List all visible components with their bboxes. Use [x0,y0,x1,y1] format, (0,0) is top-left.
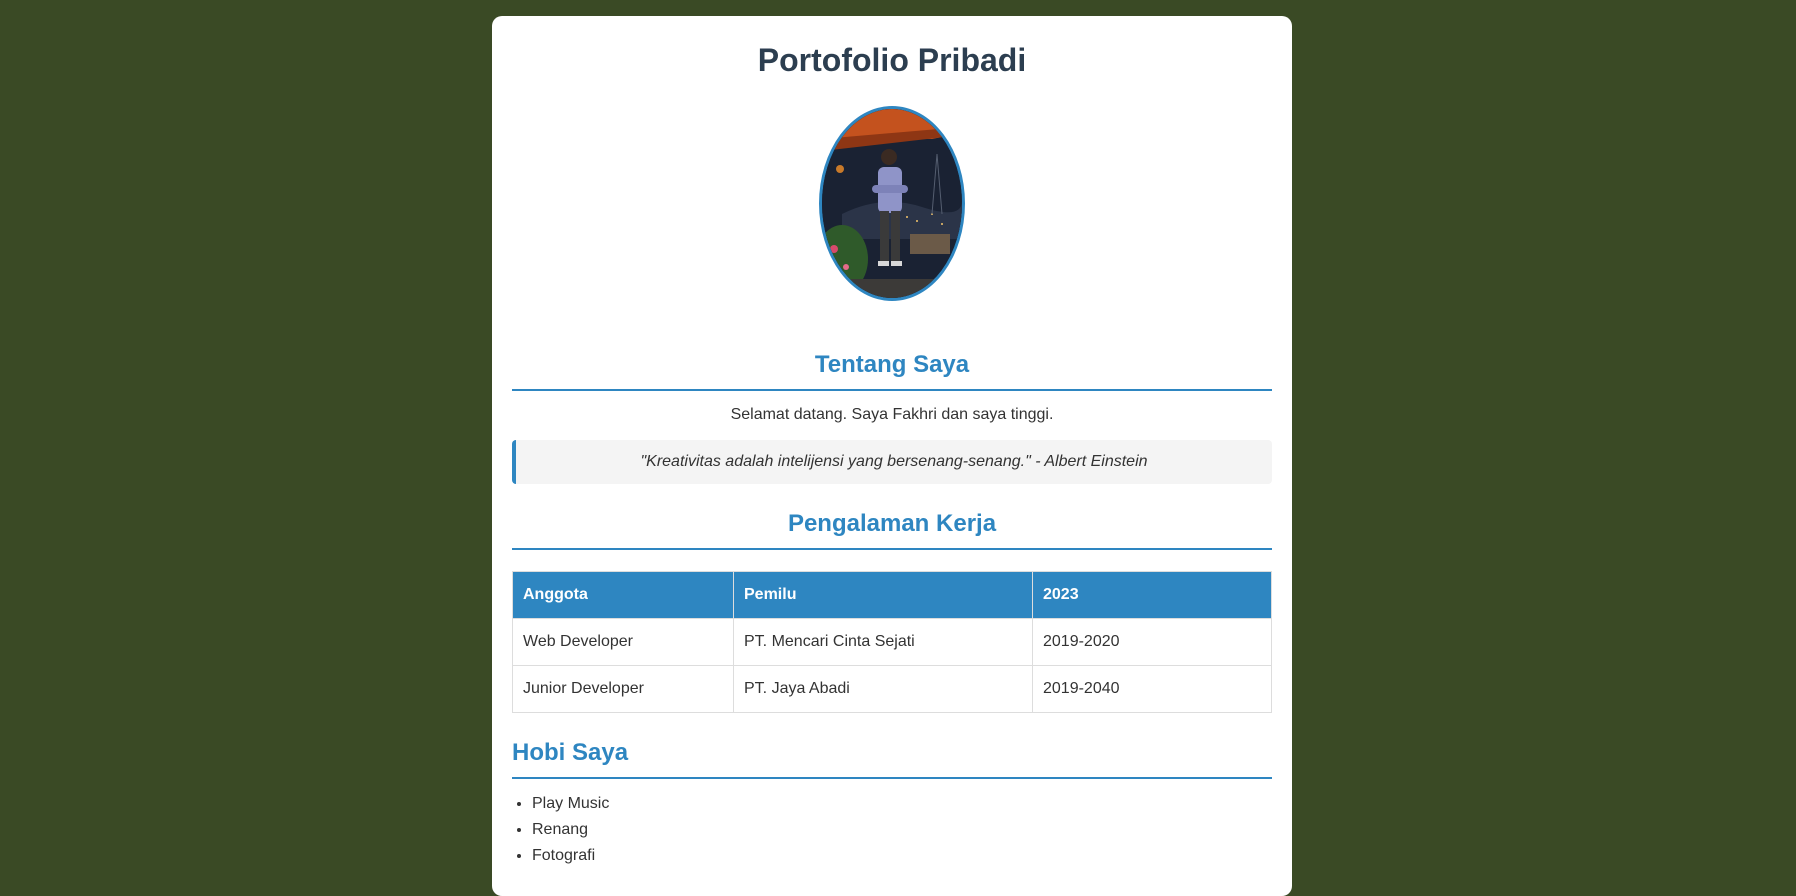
avatar-photo [822,109,962,298]
list-item: Renang [532,817,1272,843]
table-cell: Web Developer [512,618,734,666]
avatar [819,106,965,301]
column-header: Pemilu [733,571,1033,619]
list-item: Play Music [532,791,1272,817]
avatar-container [512,106,1272,301]
table-row: Web Developer PT. Mencari Cinta Sejati 2… [512,618,1272,666]
experience-heading: Pengalaman Kerja [512,510,1272,550]
table-cell: PT. Jaya Abadi [733,665,1033,713]
table-cell: Junior Developer [512,665,734,713]
list-item: Fotografi [532,843,1272,869]
table-cell: PT. Mencari Cinta Sejati [733,618,1033,666]
page-title: Portofolio Pribadi [757,42,1027,78]
table-header-row: Anggota Pemilu 2023 [512,571,1272,619]
table-cell: 2019-2020 [1032,618,1272,666]
table-row: Junior Developer PT. Jaya Abadi 2019-204… [512,665,1272,713]
column-header: Anggota [512,571,734,619]
hobbies-list: Play Music Renang Fotografi [512,791,1272,869]
about-heading: Tentang Saya [512,351,1272,391]
portfolio-card: Portofolio Pribadi Tentang Saya Selamat … [492,16,1292,896]
table-cell: 2019-2040 [1032,665,1272,713]
experience-table: Anggota Pemilu 2023 Web Developer PT. Me… [512,571,1272,713]
column-header: 2023 [1032,571,1272,619]
about-text: Selamat datang. Saya Fakhri dan saya tin… [730,406,1054,423]
quote-block: "Kreativitas adalah intelijensi yang ber… [512,440,1272,484]
hobbies-heading: Hobi Saya [512,739,1272,779]
